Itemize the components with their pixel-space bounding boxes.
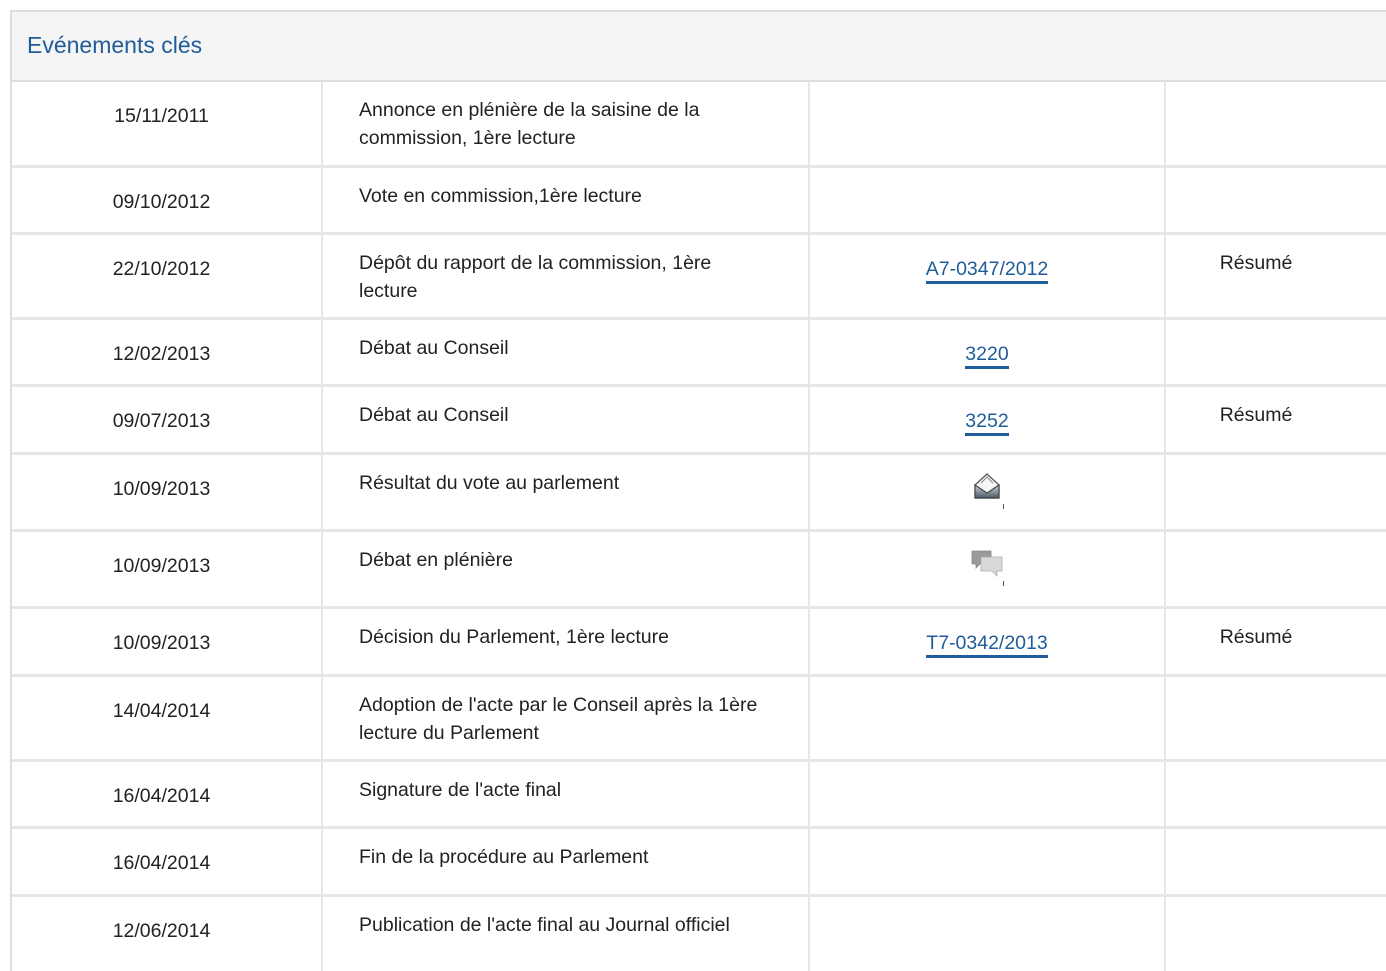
event-row: 16/04/2014 Fin de la procédure au Parleme…	[12, 827, 1386, 895]
document-link[interactable]: 3252	[965, 409, 1009, 436]
event-summary	[1165, 166, 1386, 233]
event-row: 15/11/2011 Annonce en plénière de la sais…	[12, 82, 1386, 166]
event-row: 10/09/2013 Décision du Parlement, 1ère le…	[12, 607, 1386, 675]
event-description: Annonce en plénière de la saisine de la …	[322, 82, 810, 166]
event-row: 12/06/2014 Publication de l'acte final au…	[12, 895, 1386, 971]
event-summary	[1165, 318, 1386, 385]
document-link[interactable]: 3220	[965, 342, 1009, 369]
event-date: 22/10/2012	[12, 233, 323, 318]
event-date: 10/09/2013	[12, 453, 323, 530]
event-document-cell	[809, 675, 1166, 760]
event-row: 09/10/2012 Vote en commission,1ère lectur…	[12, 166, 1386, 233]
event-date: 10/09/2013	[12, 607, 323, 675]
event-description: Vote en commission,1ère lecture	[322, 166, 810, 233]
event-summary	[1165, 827, 1386, 895]
event-date: 15/11/2011	[12, 82, 323, 166]
event-summary[interactable]: Résumé	[1165, 607, 1386, 675]
event-row: 22/10/2012 Dépôt du rapport de la commiss…	[12, 233, 1386, 318]
event-date: 12/02/2013	[12, 318, 323, 385]
event-date: 12/06/2014	[12, 895, 323, 971]
event-description: Adoption de l'acte par le Conseil après …	[322, 675, 810, 760]
event-description: Débat en plénière	[322, 530, 810, 607]
event-summary	[1165, 530, 1386, 607]
event-document-cell	[809, 82, 1166, 166]
event-date: 10/09/2013	[12, 530, 323, 607]
event-date: 14/04/2014	[12, 675, 323, 760]
event-document-cell	[809, 760, 1166, 827]
event-document-cell	[809, 827, 1166, 895]
event-document-cell	[809, 166, 1166, 233]
event-summary	[1165, 895, 1386, 971]
panel-title: Evénements clés	[27, 31, 203, 58]
events-table: 15/11/2011 Annonce en plénière de la sais…	[12, 82, 1386, 971]
debate-icon[interactable]	[970, 548, 1004, 586]
event-description: Résultat du vote au parlement	[322, 453, 810, 530]
event-description: Fin de la procédure au Parlement	[322, 827, 810, 895]
event-row: 09/07/2013 Débat au Conseil 3252 Résumé	[12, 385, 1386, 453]
event-document-cell	[809, 530, 1166, 607]
event-document-cell: 3220	[809, 318, 1166, 385]
panel-header: Evénements clés	[12, 12, 1386, 82]
event-description: Dépôt du rapport de la commission, 1ère …	[322, 233, 810, 318]
event-summary[interactable]: Résumé	[1165, 233, 1386, 318]
event-row: 10/09/2013 Débat en plénière	[12, 530, 1386, 607]
event-summary	[1165, 760, 1386, 827]
document-link[interactable]: T7-0342/2013	[926, 631, 1048, 658]
event-description: Débat au Conseil	[322, 318, 810, 385]
key-events-panel: Evénements clés 15/11/2011 Annonce en plé…	[10, 10, 1386, 971]
event-summary	[1165, 453, 1386, 530]
event-description: Publication de l'acte final au Journal o…	[322, 895, 810, 971]
event-row: 10/09/2013 Résultat du vote au parlement	[12, 453, 1386, 530]
event-summary	[1165, 82, 1386, 166]
event-document-cell	[809, 895, 1166, 971]
event-description: Signature de l'acte final	[322, 760, 810, 827]
event-document-cell: T7-0342/2013	[809, 607, 1166, 675]
event-date: 16/04/2014	[12, 760, 323, 827]
document-link[interactable]: A7-0347/2012	[925, 257, 1049, 284]
event-summary	[1165, 675, 1386, 760]
event-summary[interactable]: Résumé	[1165, 385, 1386, 453]
event-description: Débat au Conseil	[322, 385, 810, 453]
event-row: 12/02/2013 Débat au Conseil 3220	[12, 318, 1386, 385]
event-document-cell: 3252	[809, 385, 1166, 453]
event-document-cell	[809, 453, 1166, 530]
event-row: 16/04/2014 Signature de l'acte final	[12, 760, 1386, 827]
vote-result-icon[interactable]	[970, 471, 1004, 509]
event-document-cell: A7-0347/2012	[809, 233, 1166, 318]
event-date: 09/10/2012	[12, 166, 323, 233]
event-row: 14/04/2014 Adoption de l'acte par le Cons…	[12, 675, 1386, 760]
events-table-body: 15/11/2011 Annonce en plénière de la sais…	[12, 82, 1386, 971]
event-date: 16/04/2014	[12, 827, 323, 895]
event-date: 09/07/2013	[12, 385, 323, 453]
event-description: Décision du Parlement, 1ère lecture	[322, 607, 810, 675]
